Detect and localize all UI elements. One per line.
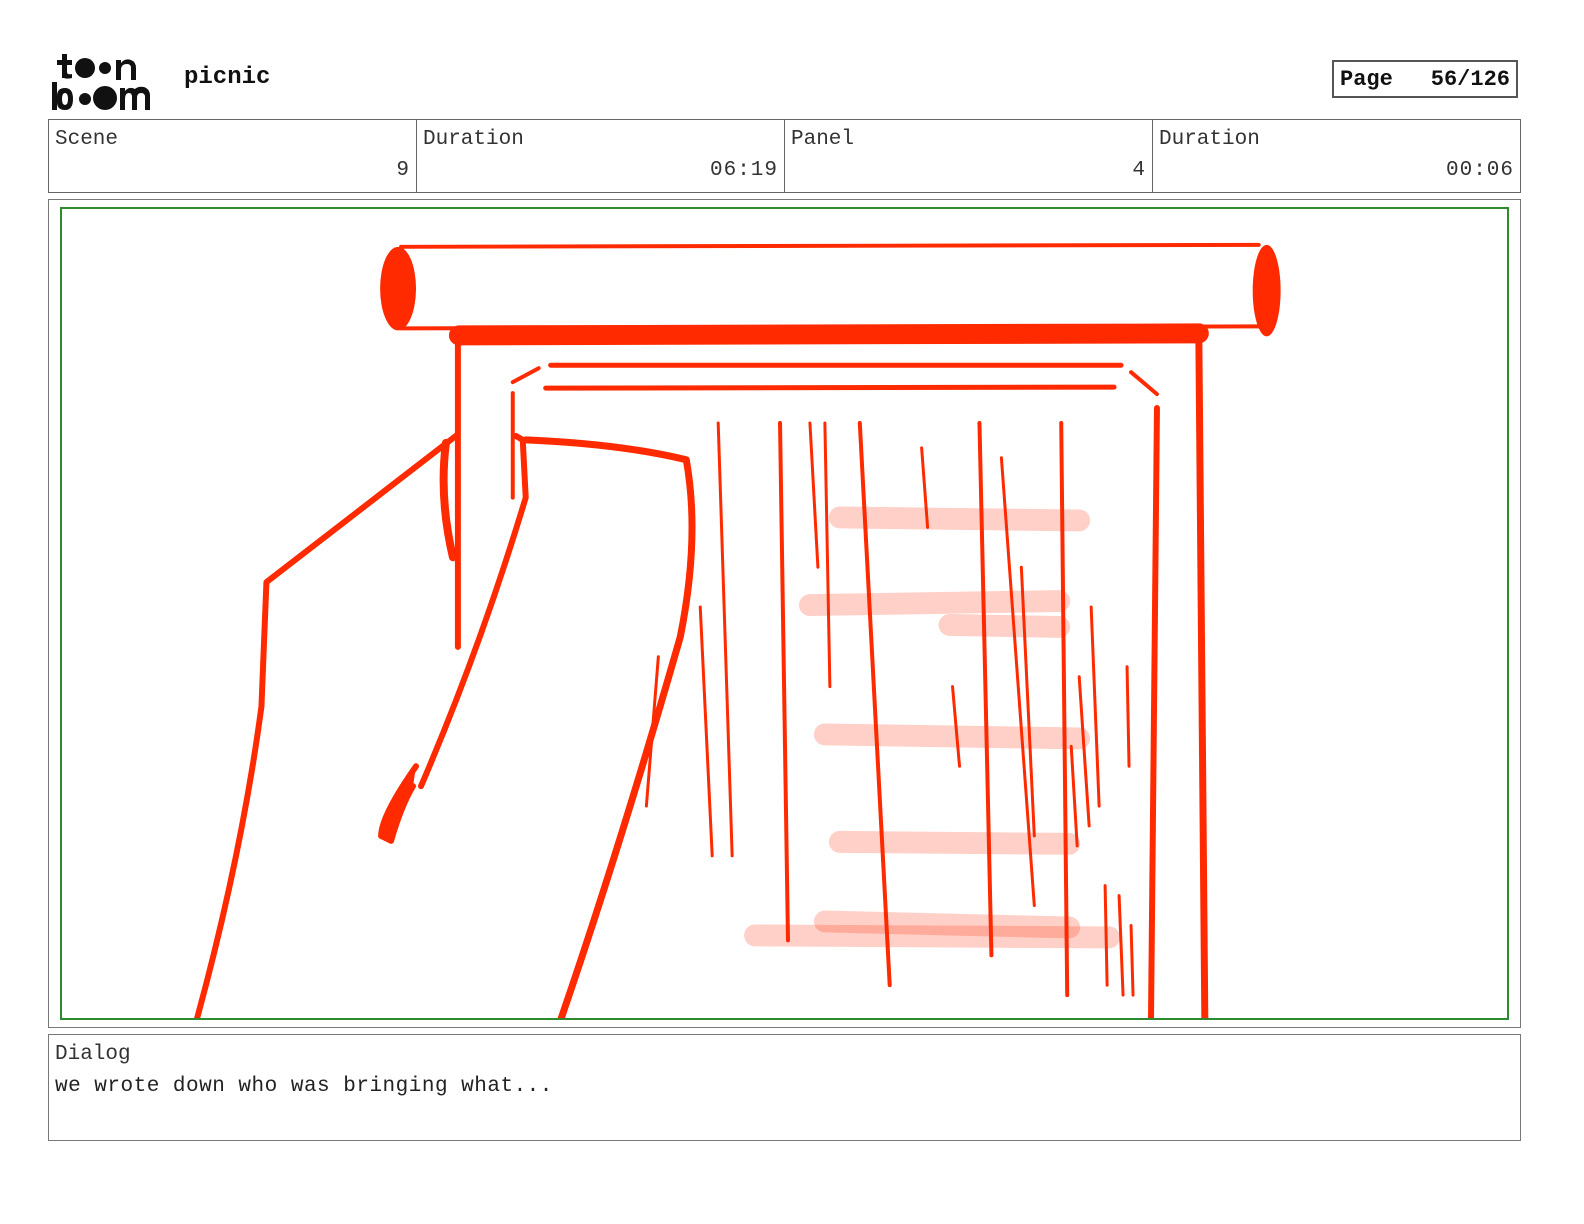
safe-area-frame [60, 207, 1509, 1020]
page-label: Page [1340, 66, 1393, 92]
panel-duration-label: Duration [1159, 128, 1260, 151]
panel-value: 4 [1132, 159, 1146, 182]
toon-boom-logo [52, 54, 150, 110]
scene-duration-cell: Duration 06:19 [417, 120, 785, 192]
dialog-box: Dialog we wrote down who was bringing wh… [48, 1034, 1521, 1141]
storyboard-panel [48, 199, 1521, 1028]
page-indicator: Page 56/126 [1332, 60, 1518, 98]
scene-duration-value: 06:19 [709, 159, 778, 182]
panel-duration-cell: Duration 00:06 [1153, 120, 1520, 192]
panel-label: Panel [791, 128, 855, 151]
panel-cell: Panel 4 [785, 120, 1153, 192]
panel-info-row: Scene 9 Duration 06:19 Panel 4 Duration … [48, 119, 1521, 193]
scene-label: Scene [55, 128, 119, 151]
scene-value: 9 [396, 159, 410, 182]
panel-duration-value: 00:06 [1445, 159, 1514, 182]
scene-cell: Scene 9 [49, 120, 417, 192]
dialog-label: Dialog [55, 1043, 131, 1066]
panel-sketch [194, 242, 1281, 1018]
scene-duration-label: Duration [423, 128, 524, 151]
project-title: picnic [184, 64, 271, 91]
dialog-text: we wrote down who was bringing what... [55, 1075, 553, 1098]
page-number: 56/126 [1430, 66, 1510, 92]
